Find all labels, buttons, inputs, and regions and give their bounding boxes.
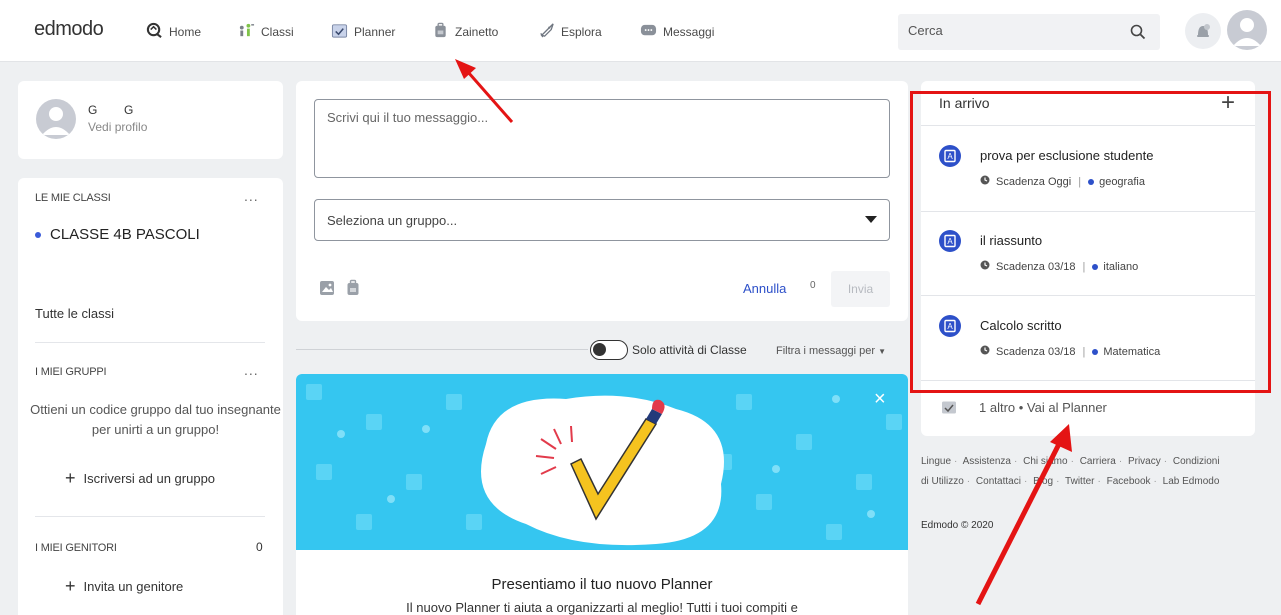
nav-backpack-label: Zainetto <box>455 25 499 39</box>
my-classes-title: LE MIE CLASSI <box>35 192 111 204</box>
cancel-button[interactable]: Annulla <box>743 281 786 296</box>
rocket-icon <box>538 22 555 42</box>
groups-menu-button[interactable]: ... <box>244 362 259 378</box>
sidebar-card: LE MIE CLASSI ... CLASSE 4B PASCOLI Tutt… <box>18 178 283 615</box>
annotation-highlight-box <box>910 91 1271 393</box>
home-icon <box>146 22 163 42</box>
view-profile-link[interactable]: Vedi profilo <box>88 120 147 134</box>
filter-posts-dropdown[interactable]: Filtra i messaggi per ▼ <box>776 345 886 357</box>
footer-link-privacy[interactable]: Privacy <box>1128 456 1161 467</box>
caret-down-icon <box>865 216 877 223</box>
nav-explore[interactable]: Esplora <box>538 22 602 42</box>
toggle-knob <box>593 343 606 356</box>
my-groups-title: I MIEI GRUPPI <box>35 366 107 378</box>
nav-planner-label: Planner <box>354 25 396 39</box>
char-count: 0 <box>810 280 816 291</box>
plus-icon: + <box>65 576 76 596</box>
top-navigation-bar: edmodo Home Classi Planner Zainetto Espl… <box>0 0 1281 62</box>
group-select[interactable]: Seleziona un gruppo... <box>314 199 890 241</box>
nav-home[interactable]: Home <box>146 22 201 42</box>
join-group-link[interactable]: + Iscriversi ad un gruppo <box>65 468 215 489</box>
nav-explore-label: Esplora <box>561 25 602 39</box>
footer-link-twitter[interactable]: Twitter <box>1065 476 1094 487</box>
planner-icon <box>331 22 348 42</box>
class-activity-toggle[interactable] <box>590 340 628 360</box>
planner-promo-card: × Presentiamo il tuo nuovo Planner Il nu… <box>296 374 908 615</box>
image-icon[interactable] <box>318 279 336 302</box>
divider <box>35 342 265 343</box>
join-group-label: Iscriversi ad un gruppo <box>83 471 216 486</box>
nav-classes-label: Classi <box>261 25 294 39</box>
footer-link-languages[interactable]: Lingue <box>921 456 951 467</box>
classes-menu-button[interactable]: ... <box>244 188 259 204</box>
groups-help-text: Ottieni un codice gruppo dal tuo insegna… <box>30 402 281 437</box>
nav-messages[interactable]: Messaggi <box>640 22 714 42</box>
nav-classes[interactable]: Classi <box>238 22 294 42</box>
planner-promo-title: Presentiamo il tuo nuovo Planner <box>491 576 713 593</box>
nav-backpack[interactable]: Zainetto <box>432 22 498 42</box>
backpack-icon <box>432 22 449 42</box>
class-item-label: CLASSE 4B PASCOLI <box>50 226 200 243</box>
parents-count: 0 <box>256 540 263 554</box>
class-activity-label: Solo attività di Classe <box>632 343 747 357</box>
footer-link-blog[interactable]: Blog <box>1033 476 1053 487</box>
message-input[interactable] <box>314 99 890 178</box>
class-dot-icon <box>35 231 41 238</box>
group-select-value: Seleziona un gruppo... <box>327 213 458 228</box>
footer-link-careers[interactable]: Carriera <box>1080 456 1116 467</box>
feed-divider <box>296 349 588 350</box>
post-composer: Seleziona un gruppo... Annulla 0 Invia <box>296 81 908 321</box>
footer-link-lab[interactable]: Lab Edmodo <box>1163 476 1220 487</box>
planner-promo-description: Il nuovo Planner ti aiuta a organizzarti… <box>406 600 798 615</box>
profile-avatar[interactable] <box>36 99 76 139</box>
close-icon[interactable]: × <box>874 388 886 411</box>
footer-link-contact[interactable]: Contattaci <box>976 476 1021 487</box>
filter-posts-label: Filtra i messaggi per <box>776 345 876 357</box>
planner-banner-illustration: × <box>296 374 908 550</box>
profile-card: G G Vedi profilo <box>18 81 283 159</box>
classes-icon <box>238 22 255 42</box>
my-parents-title: I MIEI GENITORI <box>35 542 117 554</box>
footer-link-about[interactable]: Chi siamo <box>1023 456 1067 467</box>
profile-name: G G <box>88 103 134 117</box>
backpack-attach-icon[interactable] <box>344 279 362 302</box>
user-avatar[interactable] <box>1227 10 1267 50</box>
footer-links: Lingue · Assistenza · Chi siamo · Carriera ·… <box>921 456 1220 487</box>
search-box <box>898 14 1160 50</box>
bell-icon <box>1185 24 1221 53</box>
go-to-planner-link[interactable]: 1 altro • Vai al Planner <box>979 400 1107 415</box>
footer-link-facebook[interactable]: Facebook <box>1107 476 1151 487</box>
invite-parent-link[interactable]: + Invita un genitore <box>65 576 183 597</box>
footer-link-support[interactable]: Assistenza <box>963 456 1011 467</box>
search-input[interactable] <box>908 23 1108 38</box>
chevron-down-icon: ▼ <box>878 347 887 356</box>
planner-icon <box>941 399 957 420</box>
send-button[interactable]: Invia <box>831 271 890 307</box>
notifications-button[interactable] <box>1185 13 1221 49</box>
nav-home-label: Home <box>169 25 202 39</box>
arrow-to-due-box <box>975 424 1072 606</box>
divider <box>35 516 265 517</box>
class-item[interactable]: CLASSE 4B PASCOLI <box>35 226 200 243</box>
plus-icon: + <box>65 468 76 488</box>
copyright: Edmodo © 2020 <box>921 520 994 531</box>
chat-icon <box>640 22 657 42</box>
all-classes-link[interactable]: Tutte le classi <box>35 306 114 321</box>
edmodo-logo[interactable]: edmodo <box>34 18 104 41</box>
nav-messages-label: Messaggi <box>663 25 715 39</box>
nav-planner[interactable]: Planner <box>331 22 395 42</box>
invite-parent-label: Invita un genitore <box>83 579 184 594</box>
search-icon[interactable] <box>1130 24 1146 45</box>
